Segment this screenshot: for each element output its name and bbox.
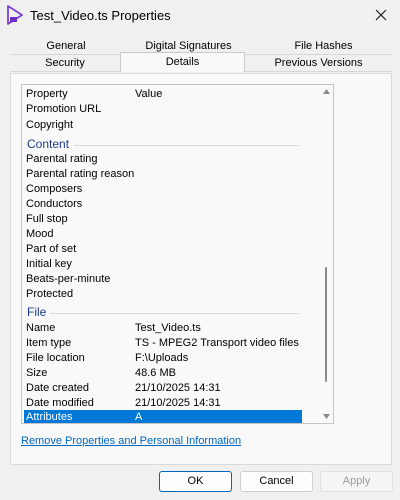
close-icon <box>375 9 387 21</box>
list-item[interactable]: Conductors <box>24 197 302 212</box>
details-list[interactable]: Property Value Promotion URL Copyright C… <box>21 84 334 424</box>
group-header-content[interactable]: Content <box>27 137 69 151</box>
property-name: Name <box>26 322 56 334</box>
scroll-up-arrow-icon[interactable] <box>322 87 330 95</box>
list-item[interactable]: Protected <box>24 287 302 302</box>
window-title: Test_Video.ts Properties <box>30 8 171 23</box>
property-name: Composers <box>26 183 83 195</box>
property-value: Test_Video.ts <box>135 322 201 334</box>
list-item[interactable]: Parental rating reason <box>24 167 302 182</box>
list-item[interactable]: File location F:\Uploads <box>24 351 302 366</box>
tab-general[interactable]: General <box>10 38 122 55</box>
close-button[interactable] <box>368 2 394 28</box>
property-value: A <box>135 411 143 423</box>
property-name: Date created <box>26 382 89 394</box>
property-name: Part of set <box>26 243 77 255</box>
tab-details[interactable]: Details <box>120 52 245 72</box>
tab-previous-versions[interactable]: Previous Versions <box>245 55 392 72</box>
remove-properties-link[interactable]: Remove Properties and Personal Informati… <box>21 435 241 447</box>
property-name: File location <box>26 352 85 364</box>
list-item[interactable]: Item type TS - MPEG2 Transport video fil… <box>24 336 302 351</box>
title-bar: Test_Video.ts Properties <box>0 0 400 32</box>
list-item[interactable]: Composers <box>24 182 302 197</box>
property-name: Protected <box>26 288 74 300</box>
list-item[interactable]: Promotion URL <box>24 102 302 117</box>
list-item[interactable]: Copyright <box>24 118 302 133</box>
property-name: Item type <box>26 337 72 349</box>
property-name: Mood <box>26 228 54 240</box>
property-name: Parental rating <box>26 153 98 165</box>
list-item[interactable]: Mood <box>24 227 302 242</box>
property-name: Full stop <box>26 213 68 225</box>
ok-button[interactable]: OK <box>159 471 232 492</box>
property-name: Conductors <box>26 198 83 210</box>
property-name: Promotion URL <box>26 103 102 115</box>
property-name: Beats-per-minute <box>26 273 111 285</box>
property-value: 21/10/2025 14:31 <box>135 397 221 409</box>
list-item[interactable]: Part of set <box>24 242 302 257</box>
property-value: 48.6 MB <box>135 367 176 379</box>
vertical-scrollbar[interactable] <box>321 87 331 421</box>
tab-file-hashes[interactable]: File Hashes <box>255 38 392 55</box>
scroll-down-arrow-icon[interactable] <box>322 412 330 420</box>
tab-strip: General Digital Signatures File Hashes S… <box>10 36 392 74</box>
column-header-value[interactable]: Value <box>135 87 162 102</box>
property-value: F:\Uploads <box>135 352 189 364</box>
property-name: Copyright <box>26 119 74 131</box>
group-divider <box>50 313 299 314</box>
list-item[interactable]: Initial key <box>24 257 302 272</box>
apply-button[interactable]: Apply <box>320 471 393 492</box>
list-item-selected[interactable]: Attributes A <box>24 410 302 423</box>
list-item[interactable]: Parental rating <box>24 152 302 167</box>
video-file-icon <box>6 5 24 25</box>
list-item[interactable]: Size 48.6 MB <box>24 366 302 381</box>
tab-security[interactable]: Security <box>10 55 120 72</box>
property-value: 21/10/2025 14:31 <box>135 382 221 394</box>
property-name: Attributes <box>26 411 73 423</box>
list-item[interactable]: Full stop <box>24 212 302 227</box>
list-item[interactable]: Name Test_Video.ts <box>24 321 302 336</box>
group-header-file[interactable]: File <box>27 305 46 319</box>
list-item[interactable]: Beats-per-minute <box>24 272 302 287</box>
property-name: Parental rating reason <box>26 168 135 180</box>
column-header-property[interactable]: Property <box>26 87 68 102</box>
scrollbar-thumb[interactable] <box>325 267 327 382</box>
property-name: Size <box>26 367 48 379</box>
property-name: Date modified <box>26 397 94 409</box>
property-name: Initial key <box>26 258 72 270</box>
cancel-button[interactable]: Cancel <box>240 471 313 492</box>
list-item[interactable]: Date modified 21/10/2025 14:31 <box>24 396 302 411</box>
list-header[interactable]: Property Value <box>24 87 302 102</box>
property-value: TS - MPEG2 Transport video files <box>135 337 299 349</box>
list-item[interactable]: Date created 21/10/2025 14:31 <box>24 381 302 396</box>
group-divider <box>74 145 299 146</box>
